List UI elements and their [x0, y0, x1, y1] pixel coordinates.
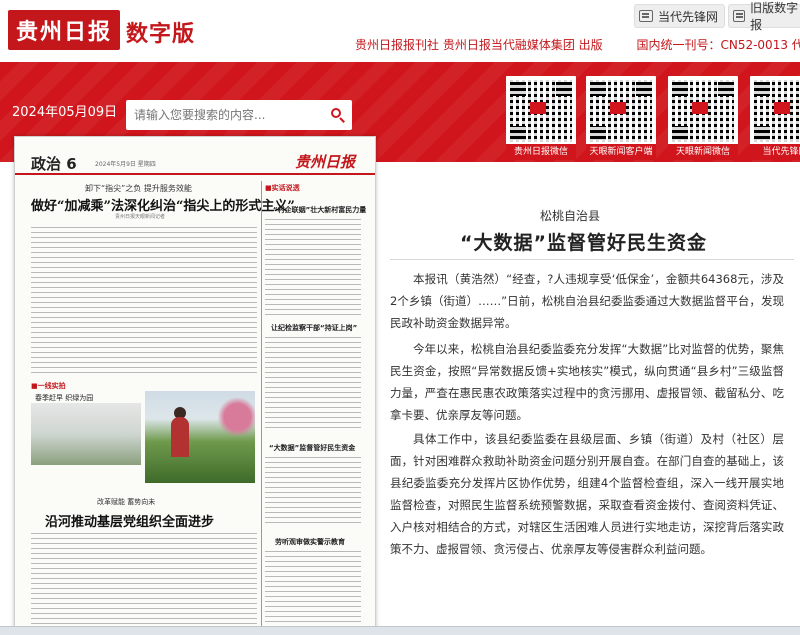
book-icon	[639, 10, 653, 22]
paper-lead-title[interactable]: 做好“加减乘”法深化纠治“指尖上的形式主义”	[31, 195, 295, 214]
qr-caption: 贵州日报微信	[506, 144, 576, 160]
qr-caption: 天眼新闻微信	[668, 144, 738, 160]
qr-caption: 当代先锋网	[750, 144, 800, 160]
text-column	[265, 551, 361, 631]
site-logo[interactable]: 贵州日报	[8, 10, 120, 50]
qr-tianyan-wechat[interactable]: 天眼新闻微信	[668, 76, 738, 160]
os-taskbar	[0, 626, 800, 635]
qr-tianyan-app[interactable]: 天眼新闻客户端	[586, 76, 656, 160]
search-input[interactable]	[126, 100, 322, 130]
article-title: “大数据”监督管好民生资金	[460, 232, 707, 254]
article-head-discipline[interactable]: 让纪检监察干部“持证上岗”	[271, 323, 357, 333]
paper-section: 政治 6	[31, 155, 77, 173]
column-tag: ■一线实拍	[31, 382, 66, 390]
article-head-bigdata[interactable]: “大数据”监督管好民生资金	[269, 443, 355, 453]
top-link-label: 旧版数字报	[750, 1, 799, 32]
search-icon[interactable]	[330, 107, 346, 123]
article-head-village[interactable]: “村企联姻”壮大新村富民力量	[273, 205, 366, 215]
logo-subtitle: 数字版	[126, 22, 196, 47]
article-kicker: 松桃自治县	[540, 209, 601, 223]
article-paragraph: 具体工作中，该县纪委监委在县级层面、乡镇（街道）及村（社区）层面，针对困难群众救…	[390, 432, 784, 556]
search-box	[126, 100, 352, 130]
news-photo-greenhouse[interactable]	[31, 403, 141, 465]
paper-mid-title[interactable]: 沿河推动基层党组织全面进步	[45, 511, 214, 530]
qr-caption: 天眼新闻客户端	[586, 144, 656, 160]
article-head-warning[interactable]: 劳听观审做实警示教育	[275, 537, 345, 547]
paper-meta: 2024年5月9日 星期四	[95, 161, 156, 168]
top-link-old-edition[interactable]: 旧版数字报	[728, 1, 800, 32]
epaper-app: 贵州日报 数字版 当代先锋网 旧版数字报 贵州日报报刊社 贵州日报当代融媒体集团…	[0, 0, 800, 635]
column-divider	[261, 181, 262, 634]
text-column	[265, 457, 361, 523]
publisher-line: 贵州日报报刊社 贵州日报当代融媒体集团 出版 国内统一刊号：CN52-0013 …	[355, 36, 800, 53]
text-column	[265, 337, 361, 429]
text-column	[265, 219, 361, 315]
column-tag: ■实话说透	[265, 184, 300, 192]
top-link-dangdai[interactable]: 当代先锋网	[634, 4, 726, 28]
qr-dangdai-web[interactable]: 当代先锋网	[750, 76, 800, 160]
publisher-text: 贵州日报报刊社 贵州日报当代融媒体集团 出版	[355, 38, 603, 52]
qr-guizhou-daily-wechat[interactable]: 贵州日报微信	[506, 76, 576, 160]
top-link-label: 当代先锋网	[658, 9, 719, 24]
news-photo-tea-garden[interactable]	[145, 391, 255, 483]
logo-text: 贵州日报	[15, 19, 112, 45]
text-column	[31, 227, 257, 375]
paper-brand: 贵州日报	[294, 153, 355, 171]
issue-date: 2024年05月09日	[12, 105, 118, 120]
site-header: 贵州日报 数字版 当代先锋网 旧版数字报 贵州日报报刊社 贵州日报当代融媒体集团…	[0, 0, 800, 62]
paper-byline: 贵州日报天眼新闻记者	[115, 214, 166, 220]
article-divider	[390, 259, 794, 260]
newspaper-page[interactable]: 政治 6 2024年5月9日 星期四 贵州日报 卸下“指尖”之负 提升服务效能 …	[14, 136, 376, 635]
article-paragraph: 本报讯（黄浩然）“经查，?人违规享受‘低保金’，金额共64368元，涉及2个乡镇…	[390, 272, 784, 330]
book-icon	[733, 10, 746, 22]
paper-mid-deck: 改革赋能 蓄势向未	[97, 498, 156, 506]
text-column	[31, 533, 257, 633]
article-paragraph: 今年以来，松桃自治县纪委监委充分发挥“大数据”比对监督的优势，聚焦民生资金，按照…	[390, 342, 784, 422]
photo-caption: 春季赶早 织绿为园	[35, 394, 94, 402]
paper-deck: 卸下“指尖”之负 提升服务效能	[85, 184, 192, 193]
cn-number: 国内统一刊号：CN52-0013 代号6	[636, 38, 800, 52]
paper-header: 政治 6 2024年5月9日 星期四 贵州日报	[15, 137, 375, 175]
